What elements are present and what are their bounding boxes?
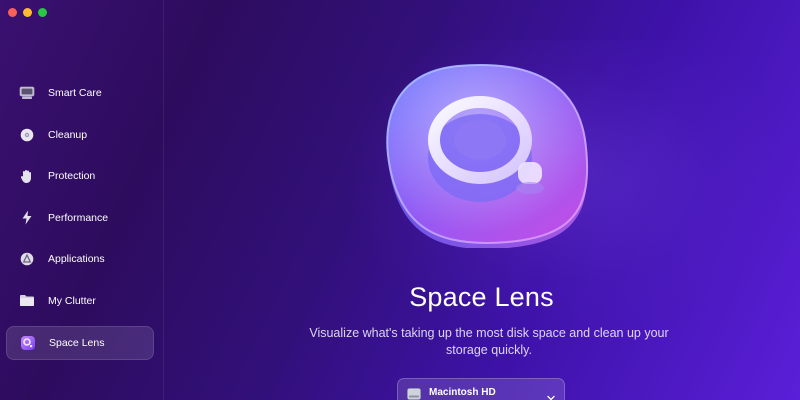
sidebar-item-label: Applications <box>48 253 105 266</box>
sidebar-item-space-lens[interactable]: Space Lens <box>6 325 154 360</box>
space-lens-hero-icon <box>378 58 592 250</box>
disk-selector[interactable]: Macintosh HD <box>397 378 565 400</box>
folder-icon <box>19 293 35 309</box>
page-title: Space Lens <box>409 282 554 312</box>
hard-drive-icon <box>407 387 421 400</box>
app-window: Smart Care Cleanup Protection Performanc… <box>0 0 800 400</box>
sidebar-nav: Smart Care Cleanup Protection Performanc… <box>6 76 154 367</box>
sidebar-item-protection[interactable]: Protection <box>6 159 154 193</box>
sidebar-item-label: My Clutter <box>48 294 96 307</box>
sidebar-item-label: Smart Care <box>48 87 102 99</box>
disc-icon <box>19 127 35 143</box>
sidebar-item-my-clutter[interactable]: My Clutter <box>6 284 154 318</box>
apps-icon <box>19 251 35 267</box>
page-subtitle: Visualize what's taking up the most disk… <box>309 326 669 357</box>
sidebar-item-cleanup[interactable]: Cleanup <box>6 118 154 152</box>
monitor-icon <box>19 85 35 101</box>
sidebar: Smart Care Cleanup Protection Performanc… <box>0 0 164 400</box>
lens-icon <box>20 335 36 351</box>
chevron-down-icon <box>547 389 555 400</box>
disk-selector-value: Macintosh HD <box>429 387 496 398</box>
sidebar-item-performance[interactable]: Performance <box>6 201 154 235</box>
sidebar-item-smart-care[interactable]: Smart Care <box>6 76 154 110</box>
hand-icon <box>19 168 35 184</box>
sidebar-item-label: Protection <box>48 170 96 183</box>
sidebar-item-label: Space Lens <box>49 336 105 349</box>
sidebar-item-label: Cleanup <box>48 128 88 141</box>
sidebar-item-label: Performance <box>48 211 109 224</box>
sidebar-item-applications[interactable]: Applications <box>6 242 154 276</box>
lightning-icon <box>19 210 35 226</box>
